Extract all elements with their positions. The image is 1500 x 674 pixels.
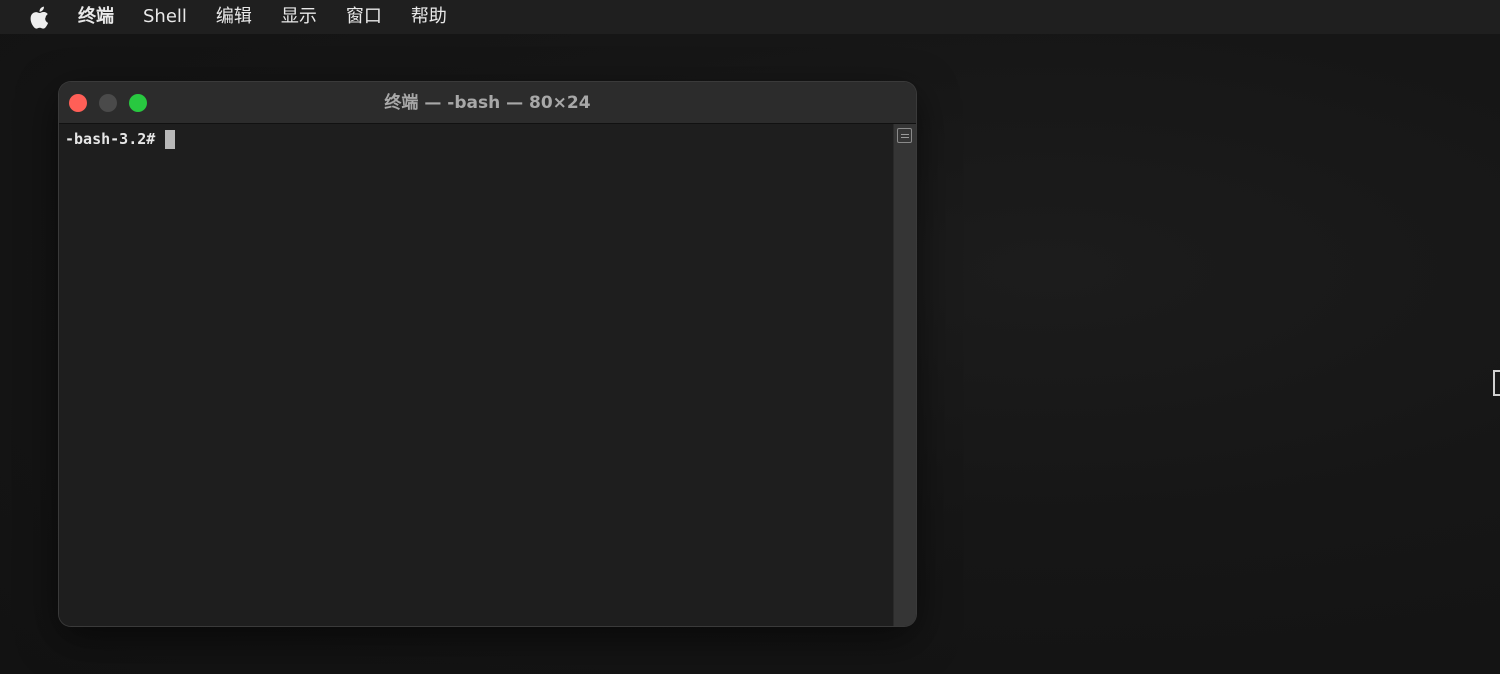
menu-item-view[interactable]: 显示 <box>281 0 317 34</box>
window-title: 终端 — -bash — 80×24 <box>384 93 591 113</box>
split-pane-icon[interactable] <box>897 128 912 143</box>
menu-item-shell[interactable]: Shell <box>143 0 187 34</box>
text-cursor-icon <box>1493 370 1500 396</box>
text-cursor <box>165 129 176 149</box>
shell-prompt: -bash-3.2# <box>65 130 156 148</box>
menu-item-window[interactable]: 窗口 <box>346 0 382 34</box>
menu-item-help[interactable]: 帮助 <box>411 0 447 34</box>
vertical-scrollbar[interactable] <box>893 124 916 626</box>
desktop: 终端 Shell 编辑 显示 窗口 帮助 终端 — -bash — 80×24 … <box>0 0 1500 674</box>
menu-item-edit[interactable]: 编辑 <box>216 0 252 34</box>
window-titlebar[interactable]: 终端 — -bash — 80×24 <box>59 82 916 124</box>
terminal-window[interactable]: 终端 — -bash — 80×24 -bash-3.2# <box>59 82 916 626</box>
menu-bar: 终端 Shell 编辑 显示 窗口 帮助 <box>0 0 1500 34</box>
prompt-line: -bash-3.2# <box>65 129 176 149</box>
apple-icon[interactable] <box>28 5 50 29</box>
terminal-content[interactable]: -bash-3.2# <box>59 124 893 626</box>
menu-item-terminal[interactable]: 终端 <box>78 0 114 34</box>
